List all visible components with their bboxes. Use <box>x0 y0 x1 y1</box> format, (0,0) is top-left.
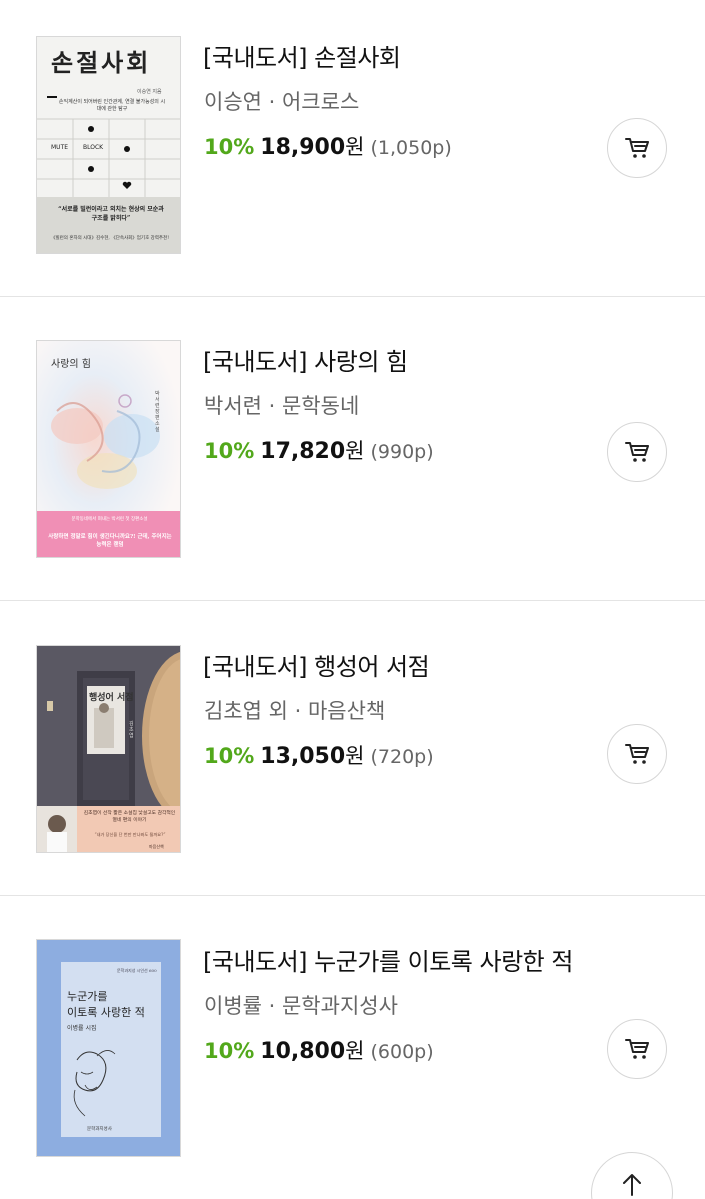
add-to-cart-button[interactable] <box>607 1019 667 1079</box>
book-item[interactable]: 손절사회 손익계산이 되어버린 인간관계, 연결 불가능성의 시대에 관한 탐구… <box>0 0 705 296</box>
cover-key-block: BLOCK <box>83 144 104 151</box>
cover-key-mute: MUTE <box>51 144 69 151</box>
price-currency: 원 <box>345 1039 365 1063</box>
cover-subtitle: 손익계산이 되어버린 인간관계, 연결 불가능성의 시대에 관한 탐구 <box>58 99 166 112</box>
cart-icon <box>625 744 649 764</box>
divider <box>0 895 705 896</box>
book-title[interactable]: [국내도서] 손절사회 <box>203 38 401 73</box>
cover-author: 이병률 시집 <box>67 1025 97 1032</box>
cover-title-line1: 누군가를 <box>67 990 108 1003</box>
book-author-publisher[interactable]: 박서련 · 문학동네 <box>204 390 359 420</box>
price-value: 18,900 <box>260 135 346 160</box>
cover-band-main: 사랑하면 정말로 힘이 생긴다니까요?! 근데, 주어지는 능력은 랜덤 <box>48 534 172 548</box>
page-count: (720p) <box>370 746 434 768</box>
book-author-publisher[interactable]: 김초엽 외 · 마음산책 <box>204 695 385 725</box>
cart-icon <box>625 138 649 158</box>
book-cover-art <box>37 940 180 1156</box>
price-row: 10% 13,050원 (720p) <box>204 740 434 770</box>
price-value: 10,800 <box>260 1039 346 1064</box>
book-title[interactable]: [국내도서] 누군가를 이토록 사랑한 적 <box>203 942 573 977</box>
cover-recommend: 《빌런의 혼자의 시대》김수현, 《단속사회》엄기호 강력추천! <box>50 236 170 241</box>
price-currency: 원 <box>345 744 365 768</box>
page-count: (600p) <box>370 1041 434 1063</box>
page-count: (990p) <box>370 441 434 463</box>
discount-rate: 10% <box>204 439 255 463</box>
cart-icon <box>625 442 649 462</box>
add-to-cart-button[interactable] <box>607 724 667 784</box>
cover-author: 이승연 지음 <box>137 89 162 95</box>
book-author-publisher[interactable]: 이병률 · 문학과지성사 <box>204 990 398 1020</box>
book-title[interactable]: [국내도서] 사랑의 힘 <box>203 342 408 377</box>
book-item[interactable]: 문학과지성 시인선 600 누군가를 이토록 사랑한 적 이병률 시집 문학과지… <box>0 904 705 1199</box>
book-cover[interactable]: 문학과지성 시인선 600 누군가를 이토록 사랑한 적 이병률 시집 문학과지… <box>36 939 181 1157</box>
price-currency: 원 <box>345 439 365 463</box>
cover-quote: “서로를 빌런이라고 외치는 현상의 모순과 구조를 밝히다” <box>58 206 164 222</box>
price-value: 17,820 <box>260 439 346 464</box>
cover-title: 행성어 서점 <box>89 693 134 703</box>
discount-rate: 10% <box>204 135 255 159</box>
cover-publisher: 마음산책 <box>149 844 164 849</box>
cover-band-top: 문학동네에서 펴내는 박서련 첫 장편소설 <box>71 517 148 522</box>
book-cover[interactable]: 사랑의 힘 박서련 장편소설 문학동네에서 펴내는 박서련 첫 장편소설 사랑하… <box>36 340 181 558</box>
book-item[interactable]: 사랑의 힘 박서련 장편소설 문학동네에서 펴내는 박서련 첫 장편소설 사랑하… <box>0 304 705 600</box>
book-cover[interactable]: 행성어 서점 김초엽 김초엽이 선작 짧은 소설집 낯설고도 감각적인 열네 편… <box>36 645 181 853</box>
cover-quote: “내가 당신을 단 번만 만나봐도 될까요?” <box>94 832 166 837</box>
cart-icon <box>625 1039 649 1059</box>
price-value: 13,050 <box>260 744 346 769</box>
cover-publisher: 문학과지성사 <box>87 1127 112 1132</box>
divider <box>0 296 705 297</box>
book-list: 손절사회 손익계산이 되어버린 인간관계, 연결 불가능성의 시대에 관한 탐구… <box>0 0 705 1199</box>
discount-rate: 10% <box>204 744 255 768</box>
divider <box>0 600 705 601</box>
book-title[interactable]: [국내도서] 행성어 서점 <box>203 647 430 682</box>
add-to-cart-button[interactable] <box>607 422 667 482</box>
cover-title: 손절사회 <box>51 48 152 77</box>
cover-side-text: 박서련 장편소설 <box>155 391 160 433</box>
page-count: (1,050p) <box>370 137 452 159</box>
price-currency: 원 <box>345 135 365 159</box>
cover-author: 김초엽 <box>129 721 134 739</box>
arrow-up-icon <box>623 1174 641 1196</box>
cover-band: 김초엽이 선작 짧은 소설집 낯설고도 감각적인 열네 편의 이야기 <box>83 811 176 823</box>
add-to-cart-button[interactable] <box>607 118 667 178</box>
price-row: 10% 18,900원 (1,050p) <box>204 131 452 161</box>
book-cover[interactable]: 손절사회 손익계산이 되어버린 인간관계, 연결 불가능성의 시대에 관한 탐구… <box>36 36 181 254</box>
price-row: 10% 17,820원 (990p) <box>204 435 434 465</box>
book-cover-art <box>37 341 180 557</box>
cover-title-line2: 이토록 사랑한 적 <box>67 1006 145 1019</box>
book-item[interactable]: 행성어 서점 김초엽 김초엽이 선작 짧은 소설집 낯설고도 감각적인 열네 편… <box>0 609 705 905</box>
book-author-publisher[interactable]: 이승연 · 어크로스 <box>204 86 359 116</box>
price-row: 10% 10,800원 (600p) <box>204 1035 434 1065</box>
cover-series: 문학과지성 시인선 600 <box>117 968 157 973</box>
discount-rate: 10% <box>204 1039 255 1063</box>
cover-title: 사랑의 힘 <box>51 359 91 370</box>
